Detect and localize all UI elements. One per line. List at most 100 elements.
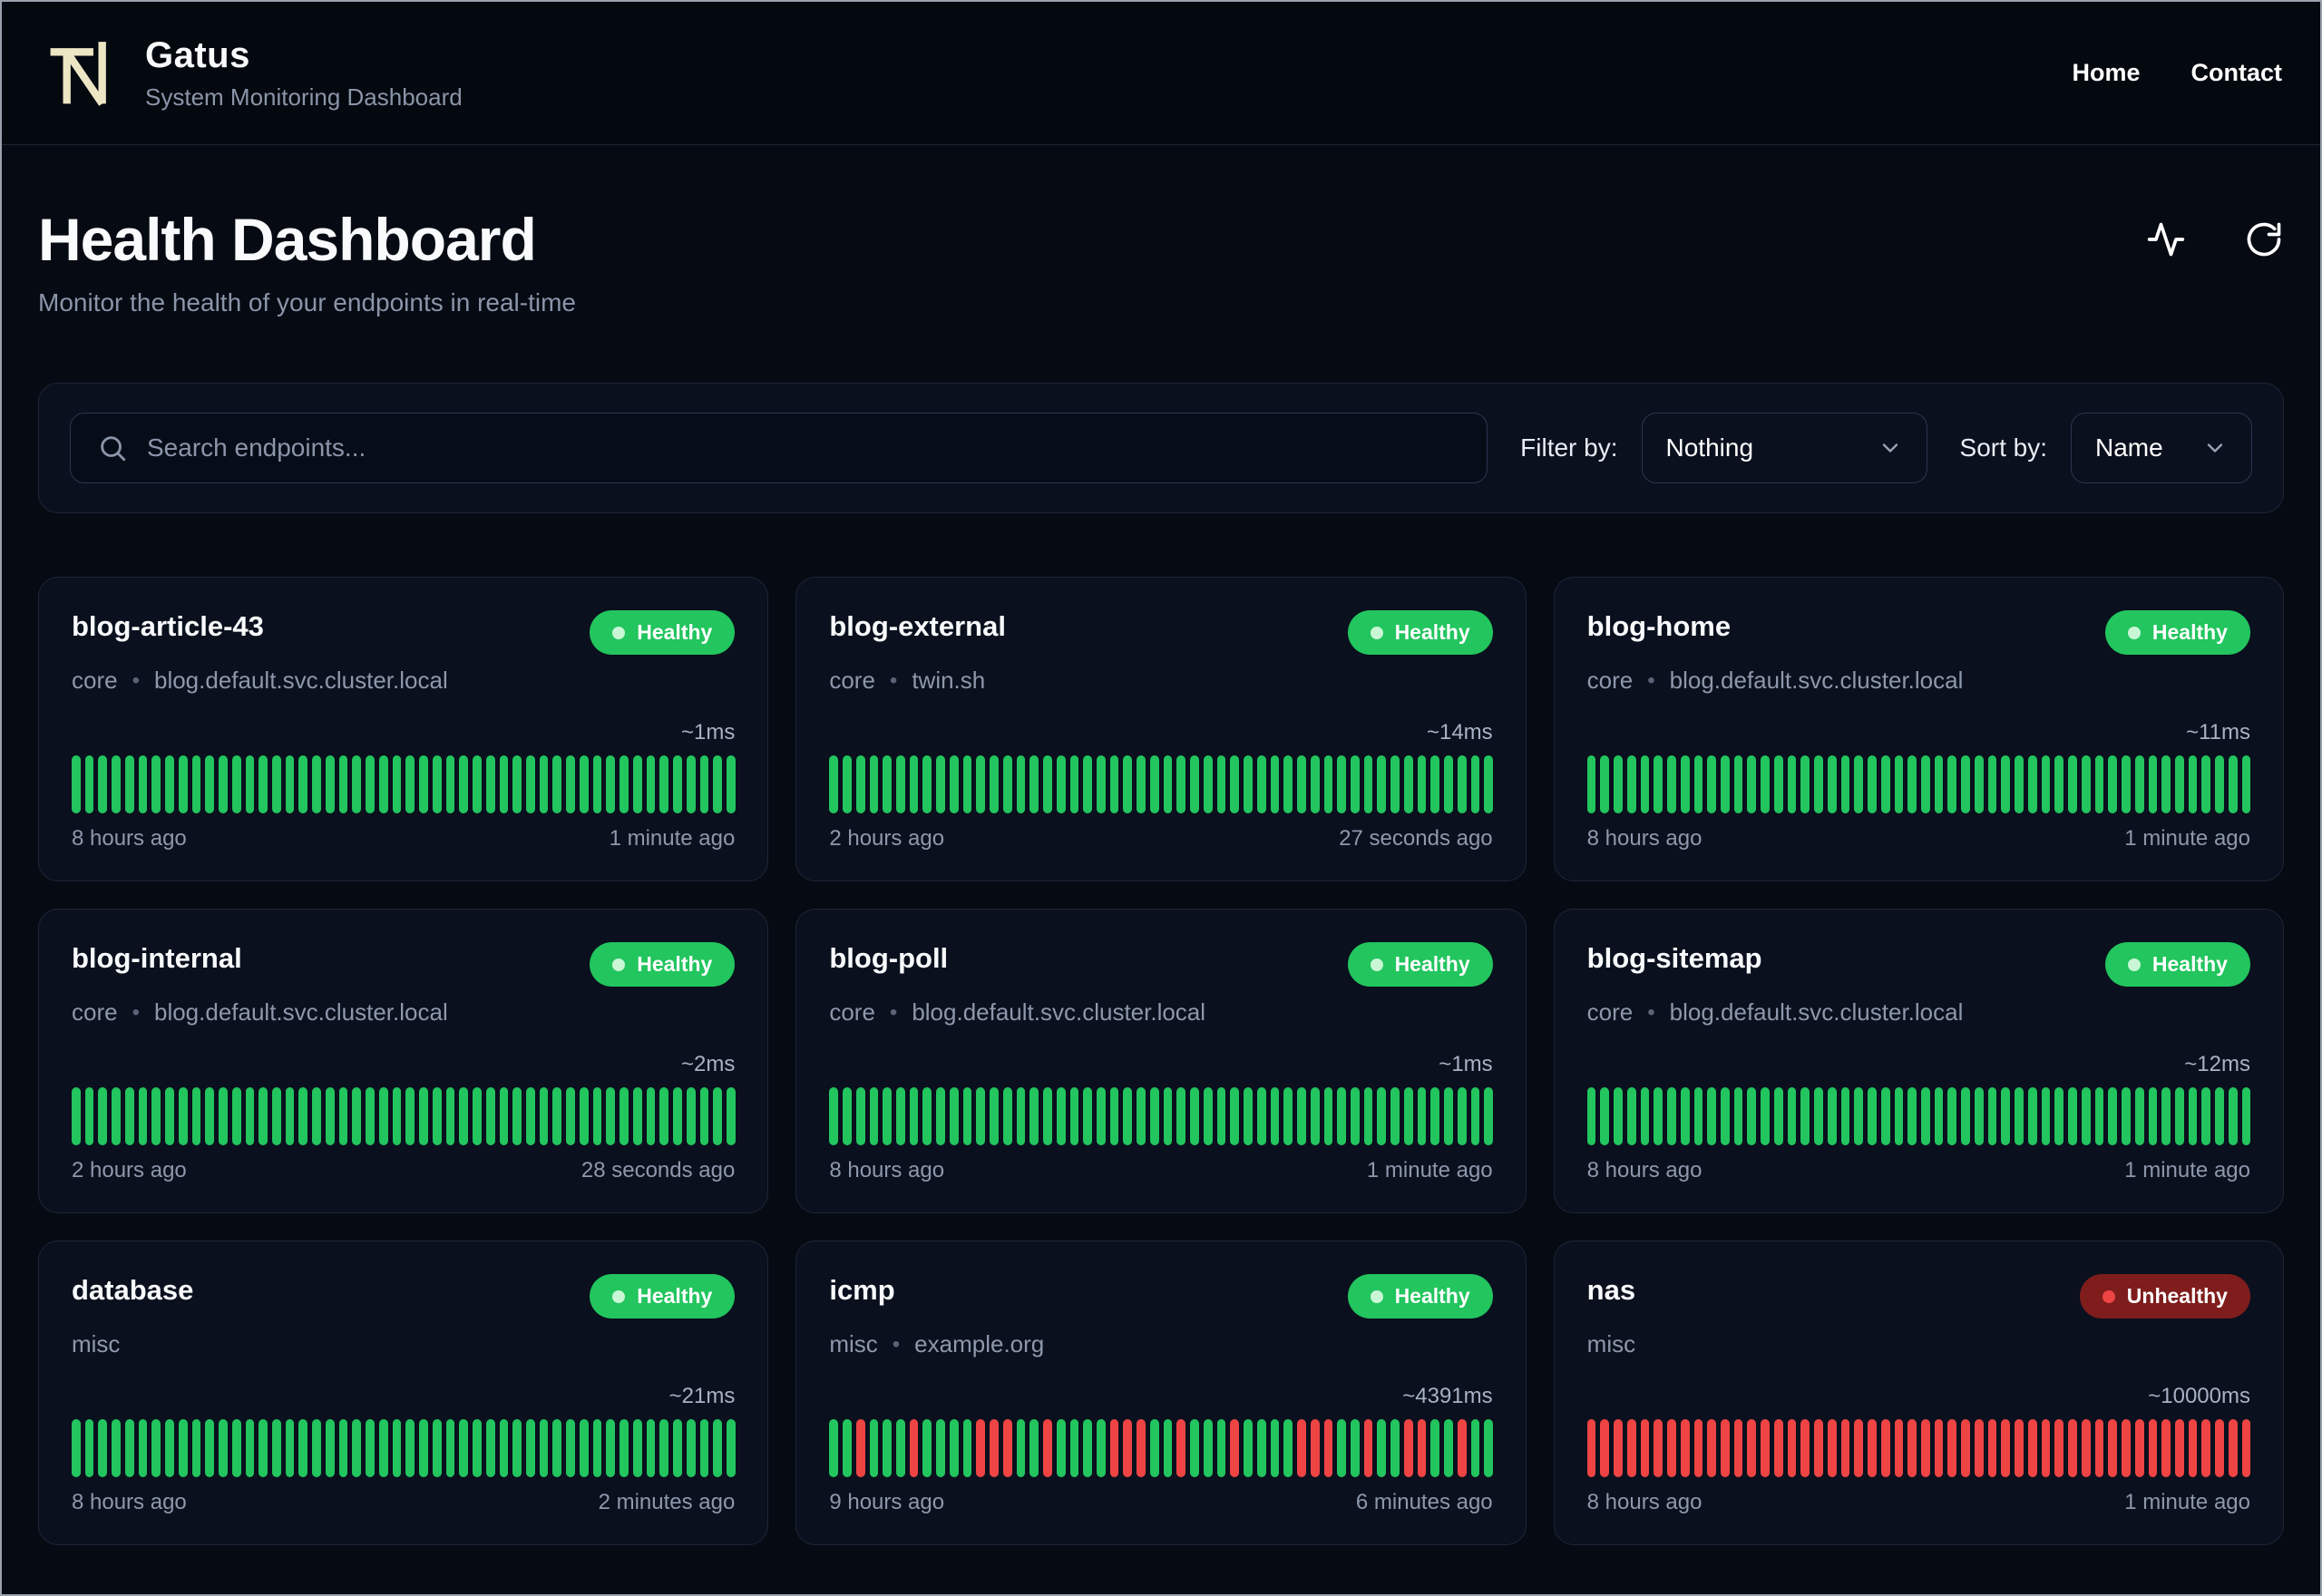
history-bar[interactable] (231, 1419, 241, 1477)
history-bar[interactable] (459, 755, 469, 813)
history-bar[interactable] (1761, 755, 1770, 813)
history-bar[interactable] (539, 1087, 549, 1145)
history-bar[interactable] (2174, 1419, 2184, 1477)
history-bar[interactable] (1457, 1419, 1467, 1477)
history-bar[interactable] (432, 1419, 442, 1477)
history-bar[interactable] (1787, 1419, 1797, 1477)
history-bar[interactable] (1002, 1087, 1012, 1145)
history-bar[interactable] (1203, 1419, 1213, 1477)
history-bar[interactable] (2081, 755, 2091, 813)
history-bar[interactable] (2108, 1087, 2118, 1145)
history-bar[interactable] (1907, 1419, 1917, 1477)
history-bar[interactable] (1880, 755, 1890, 813)
history-bar[interactable] (1614, 1419, 1623, 1477)
history-bar[interactable] (976, 1419, 986, 1477)
history-bar[interactable] (1600, 1087, 1610, 1145)
tn-logo-icon[interactable] (40, 30, 122, 117)
history-bar[interactable] (2215, 1419, 2224, 1477)
history-bar[interactable] (1083, 1087, 1093, 1145)
history-bar[interactable] (686, 1419, 696, 1477)
history-bar[interactable] (1149, 755, 1159, 813)
history-bar[interactable] (1244, 1087, 1253, 1145)
history-bar[interactable] (1417, 755, 1427, 813)
history-bar[interactable] (1297, 1419, 1306, 1477)
history-bar[interactable] (1056, 755, 1066, 813)
history-bar[interactable] (112, 1419, 121, 1477)
history-bar[interactable] (1083, 1419, 1093, 1477)
history-bar[interactable] (949, 1419, 959, 1477)
history-bar[interactable] (606, 755, 616, 813)
history-bar[interactable] (1149, 1419, 1159, 1477)
history-bar[interactable] (1270, 1419, 1280, 1477)
history-bar[interactable] (366, 1087, 375, 1145)
history-bar[interactable] (539, 1419, 549, 1477)
history-bar[interactable] (1626, 1419, 1636, 1477)
history-bar[interactable] (459, 1087, 469, 1145)
history-bar[interactable] (84, 1419, 94, 1477)
history-bar[interactable] (124, 755, 134, 813)
history-bar[interactable] (138, 755, 148, 813)
history-bar[interactable] (1430, 1419, 1440, 1477)
history-bar[interactable] (499, 1087, 509, 1145)
history-bar[interactable] (1016, 755, 1026, 813)
history-bar[interactable] (1297, 755, 1306, 813)
history-bar[interactable] (1363, 1087, 1373, 1145)
history-bar[interactable] (205, 1419, 215, 1477)
history-bar[interactable] (922, 1419, 932, 1477)
history-bar[interactable] (829, 755, 839, 813)
history-bar[interactable] (990, 1419, 999, 1477)
history-bar[interactable] (138, 1419, 148, 1477)
history-bar[interactable] (1056, 1419, 1066, 1477)
history-bar[interactable] (219, 1087, 228, 1145)
history-bar[interactable] (2174, 755, 2184, 813)
history-bar[interactable] (552, 1087, 562, 1145)
history-bar[interactable] (1350, 1419, 1360, 1477)
history-bar[interactable] (2108, 1419, 2118, 1477)
history-bar[interactable] (165, 1087, 174, 1145)
history-bar[interactable] (2015, 1087, 2024, 1145)
history-bar[interactable] (1029, 1087, 1039, 1145)
history-bar[interactable] (98, 755, 108, 813)
history-bar[interactable] (962, 1419, 972, 1477)
history-bar[interactable] (1654, 1419, 1663, 1477)
history-bar[interactable] (1707, 1419, 1716, 1477)
history-bar[interactable] (72, 755, 81, 813)
history-bar[interactable] (1043, 755, 1052, 813)
nav-link-contact[interactable]: Contact (2191, 59, 2283, 87)
history-bar[interactable] (1137, 1419, 1146, 1477)
history-bar[interactable] (1484, 1419, 1494, 1477)
history-bar[interactable] (659, 1419, 669, 1477)
history-bar[interactable] (2201, 1419, 2211, 1477)
history-bar[interactable] (1640, 755, 1650, 813)
history-bar[interactable] (949, 1087, 959, 1145)
history-bar[interactable] (1163, 755, 1173, 813)
history-bar[interactable] (432, 1087, 442, 1145)
history-bar[interactable] (673, 1419, 682, 1477)
history-bar[interactable] (1934, 755, 1944, 813)
history-bar[interactable] (1310, 1087, 1320, 1145)
history-bar[interactable] (1337, 1087, 1346, 1145)
history-bar[interactable] (205, 755, 215, 813)
history-bar[interactable] (1586, 1087, 1596, 1145)
history-bar[interactable] (1123, 755, 1133, 813)
history-bar[interactable] (855, 755, 865, 813)
endpoint-card[interactable]: icmp Healthy misc • example.org ~4391ms … (795, 1241, 1527, 1545)
history-bar[interactable] (2027, 755, 2037, 813)
sort-select[interactable]: Name (2071, 413, 2252, 483)
history-bar[interactable] (2041, 1419, 2051, 1477)
history-bar[interactable] (445, 1087, 455, 1145)
history-bar[interactable] (352, 755, 362, 813)
history-bar[interactable] (1484, 755, 1494, 813)
history-bar[interactable] (1216, 755, 1226, 813)
history-bar[interactable] (1270, 1087, 1280, 1145)
history-bar[interactable] (1773, 1419, 1783, 1477)
history-bar[interactable] (909, 755, 919, 813)
history-bar[interactable] (1069, 1087, 1079, 1145)
history-bar[interactable] (659, 755, 669, 813)
history-bar[interactable] (1667, 1087, 1676, 1145)
history-bar[interactable] (245, 1087, 255, 1145)
history-bar[interactable] (1083, 755, 1093, 813)
history-bar[interactable] (1363, 755, 1373, 813)
history-bar[interactable] (525, 1419, 535, 1477)
history-bar[interactable] (1244, 1419, 1253, 1477)
